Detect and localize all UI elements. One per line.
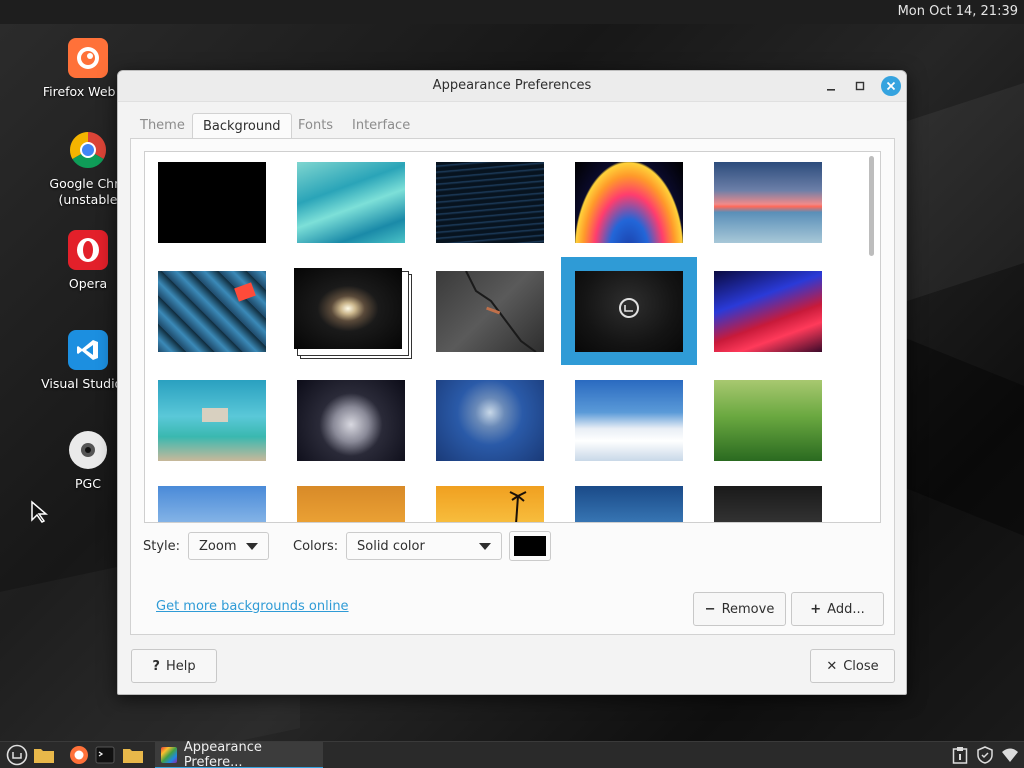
taskbar-window-label: Appearance Prefere... <box>183 739 262 768</box>
taskbar-files-launcher[interactable] <box>32 744 56 766</box>
terminal-icon <box>95 746 115 764</box>
tray-clipboard[interactable] <box>950 745 970 765</box>
wallpaper-thumbnail[interactable] <box>714 271 822 352</box>
help-button-label: Help <box>165 658 196 674</box>
opera-icon <box>68 230 108 270</box>
wallpaper-thumbnail[interactable] <box>714 486 822 522</box>
vscode-icon <box>68 330 108 370</box>
dialog-titlebar[interactable]: Appearance Preferences <box>118 71 906 102</box>
minus-icon: − <box>704 601 716 617</box>
appearance-preferences-dialog: Appearance Preferences Theme Background … <box>117 70 907 695</box>
wallpaper-thumbnail[interactable] <box>575 486 683 522</box>
wallpaper-thumbnail[interactable] <box>436 486 544 522</box>
top-panel: Mon Oct 14, 21:39 <box>0 0 1024 24</box>
taskbar: Appearance Prefere... <box>0 739 1024 768</box>
wallpaper-thumbnail[interactable] <box>158 486 266 522</box>
style-value: Zoom <box>199 538 237 554</box>
tray-update-manager[interactable] <box>975 745 995 765</box>
help-button[interactable]: ? Help <box>131 649 217 683</box>
wallpaper-thumbnail[interactable] <box>158 162 266 243</box>
minimize-button[interactable] <box>821 76 841 96</box>
colors-label: Colors: <box>293 539 339 554</box>
style-label: Style: <box>143 539 181 554</box>
tab-interface[interactable]: Interface <box>342 113 420 139</box>
wallpaper-thumbnail[interactable] <box>714 162 822 243</box>
wallpaper-thumbnail[interactable] <box>294 268 402 349</box>
chrome-icon <box>68 130 108 170</box>
color-swatch <box>514 536 546 556</box>
firefox-icon <box>70 746 88 764</box>
style-dropdown[interactable]: Zoom <box>188 532 269 560</box>
colors-value: Solid color <box>357 538 425 554</box>
folder-icon <box>34 749 54 763</box>
tab-background[interactable]: Background <box>192 113 292 140</box>
remove-button[interactable]: − Remove <box>693 592 786 626</box>
wallpaper-thumbnail[interactable] <box>297 162 405 243</box>
mint-logo-icon <box>619 298 639 318</box>
taskbar-terminal-launcher[interactable] <box>93 744 117 766</box>
minimize-icon <box>827 89 835 91</box>
appearance-app-icon <box>161 746 177 763</box>
gallery-scrollbar[interactable] <box>869 156 874 256</box>
dropdown-arrow-icon <box>479 543 491 550</box>
firefox-icon <box>68 38 108 78</box>
taskbar-firefox-launcher[interactable] <box>67 744 91 766</box>
wallpaper-thumbnail[interactable] <box>158 271 266 352</box>
mint-menu-icon <box>6 744 28 766</box>
wallpaper-thumbnail[interactable] <box>158 380 266 461</box>
tab-fonts[interactable]: Fonts <box>288 113 343 139</box>
disc-icon <box>68 430 108 470</box>
taskbar-window-appearance[interactable]: Appearance Prefere... <box>155 739 323 768</box>
color-picker-button[interactable] <box>509 531 551 561</box>
wallpaper-thumbnail[interactable] <box>575 162 683 243</box>
mouse-cursor-icon <box>30 500 50 528</box>
close-window-button[interactable] <box>881 76 901 96</box>
add-button-label: Add... <box>827 601 865 617</box>
wallpaper-thumbnail[interactable] <box>436 380 544 461</box>
tray-network[interactable] <box>1000 745 1020 765</box>
menu-button[interactable] <box>5 744 29 766</box>
background-gallery[interactable] <box>144 151 881 523</box>
maximize-icon <box>855 81 865 91</box>
wallpaper-thumbnail[interactable] <box>297 486 405 522</box>
colors-dropdown[interactable]: Solid color <box>346 532 502 560</box>
shield-icon <box>977 746 993 764</box>
wallpaper-thumbnail[interactable] <box>297 380 405 461</box>
wallpaper-thumbnail[interactable] <box>575 380 683 461</box>
folder-icon <box>123 749 143 763</box>
add-button[interactable]: + Add... <box>791 592 884 626</box>
clipboard-icon <box>952 747 968 764</box>
maximize-button[interactable] <box>850 76 870 96</box>
tab-theme[interactable]: Theme <box>130 113 195 139</box>
wallpaper-thumbnail[interactable] <box>436 271 544 352</box>
wallpaper-thumbnail-selected[interactable] <box>575 271 683 352</box>
wallpaper-thumbnail[interactable] <box>436 162 544 243</box>
get-more-backgrounds-link[interactable]: Get more backgrounds online <box>156 599 349 614</box>
network-icon <box>1002 748 1018 762</box>
remove-button-label: Remove <box>721 601 775 617</box>
close-icon <box>886 81 896 91</box>
close-button-label: Close <box>843 658 879 674</box>
taskbar-folder-launcher[interactable] <box>121 744 145 766</box>
dropdown-arrow-icon <box>246 543 258 550</box>
help-icon: ? <box>152 658 160 674</box>
close-icon: ✕ <box>826 658 838 674</box>
wallpaper-thumbnail[interactable] <box>714 380 822 461</box>
background-tab-panel: Style: Zoom Colors: Solid color Get more… <box>130 138 895 635</box>
plus-icon: + <box>810 601 822 617</box>
clock[interactable]: Mon Oct 14, 21:39 <box>898 4 1018 19</box>
dialog-title: Appearance Preferences <box>432 78 592 93</box>
close-button[interactable]: ✕ Close <box>810 649 895 683</box>
